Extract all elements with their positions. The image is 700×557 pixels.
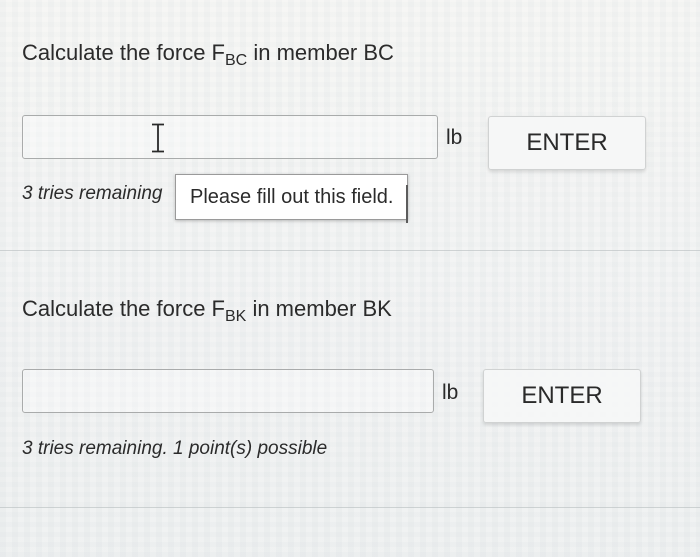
question-1-tries-remaining: 3 tries remaining: [22, 183, 163, 204]
question-2-unit-label: lb: [442, 381, 459, 404]
question-1-prompt-suffix: in member BC: [247, 40, 394, 65]
question-2-enter-button[interactable]: ENTER: [483, 369, 641, 423]
question-2-tries-remaining: 3 tries remaining. 1 point(s) possible: [22, 438, 328, 459]
section-divider: [0, 250, 700, 251]
question-2-prompt-prefix: Calculate the force F: [22, 296, 225, 321]
question-1-prompt: Calculate the force FBC in member BC: [22, 40, 394, 70]
validation-tooltip-text: Please fill out this field.: [190, 185, 394, 208]
force-bc-input[interactable]: [22, 115, 438, 159]
tooltip-caret: [406, 185, 409, 223]
validation-tooltip: Please fill out this field.: [175, 174, 409, 223]
question-1-enter-button[interactable]: ENTER: [488, 116, 646, 170]
question-2-prompt-subscript: BK: [224, 308, 247, 325]
question-2-prompt-suffix: in member BK: [246, 296, 392, 321]
question-1-prompt-prefix: Calculate the force F: [22, 40, 225, 65]
question-1-prompt-subscript: BC: [224, 52, 248, 69]
question-2-prompt: Calculate the force FBK in member BK: [22, 296, 392, 326]
section-divider-bottom: [0, 507, 700, 508]
page-background: [0, 0, 700, 557]
question-1-unit-label: lb: [446, 126, 463, 149]
force-bk-input[interactable]: [22, 369, 434, 413]
text-cursor-icon: [152, 123, 164, 153]
